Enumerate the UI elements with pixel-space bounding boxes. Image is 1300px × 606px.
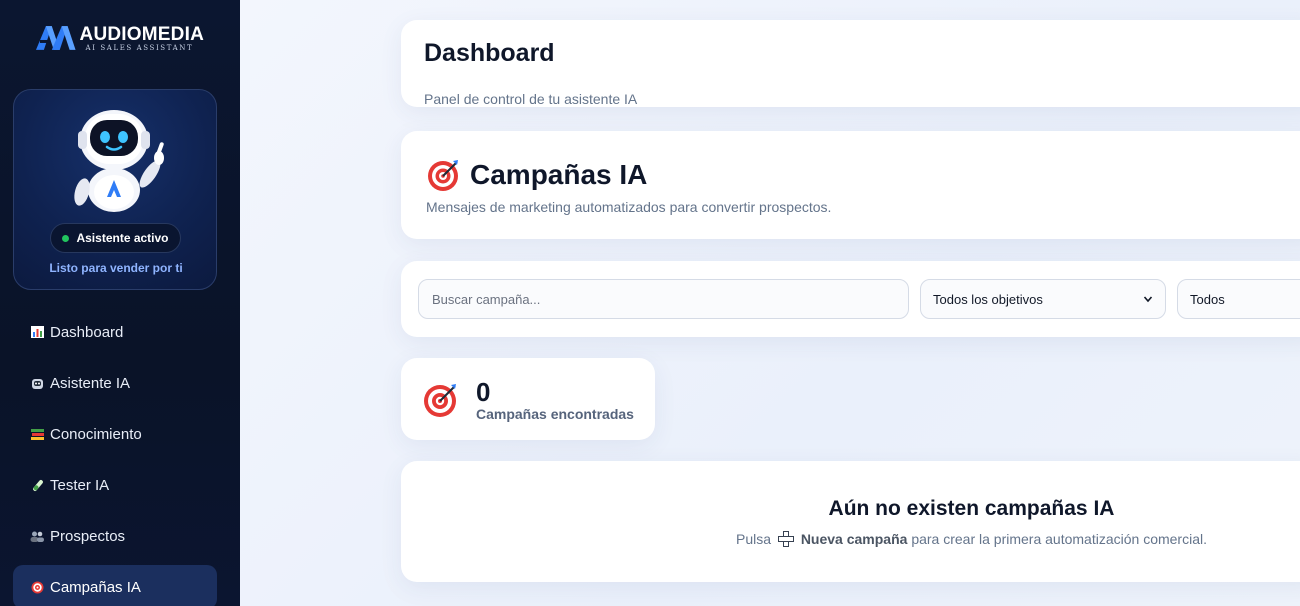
page-subtitle: Panel de control de tu asistente IA	[424, 91, 638, 107]
sidebar: AUDIOMEDIA AI SALES ASSISTANT Asistente …	[0, 0, 240, 606]
plus-icon	[777, 531, 794, 547]
sidebar-nav: Dashboard Asistente IA Conocimiento Test…	[13, 310, 217, 606]
sidebar-item-label: Prospectos	[50, 527, 126, 545]
sidebar-item-label: Dashboard	[50, 323, 124, 341]
assistant-status-badge: Asistente activo	[50, 223, 181, 253]
brand-name: AUDIOMEDIA	[79, 23, 204, 45]
chevron-down-icon	[1143, 296, 1153, 303]
objective-select-value: Todos los objetivos	[933, 291, 1043, 307]
new-campaign-reference: Nueva campaña	[800, 531, 908, 547]
empty-state-title: Aún no existen campañas IA	[828, 497, 1115, 520]
books-icon	[30, 427, 44, 441]
assistant-status-card: Asistente activo Listo para vender por t…	[13, 89, 217, 290]
campaign-count-value: 0	[476, 377, 491, 407]
empty-state: Aún no existen campañas IA Pulsa Nueva c…	[401, 461, 1300, 582]
page-title: Dashboard	[424, 39, 555, 67]
sidebar-item-campanas-ia[interactable]: Campañas IA	[13, 565, 217, 606]
robot-face-icon	[30, 376, 44, 390]
filters-bar: Todos los objetivos Todos	[401, 261, 1300, 337]
sidebar-item-asistente-ia[interactable]: Asistente IA	[13, 361, 217, 405]
assistant-card-subtitle: Listo para vender por ti	[49, 261, 183, 275]
sidebar-item-dashboard[interactable]: Dashboard	[13, 310, 217, 354]
status-dot-icon	[62, 234, 70, 242]
campaigns-section-header: Campañas IA Mensajes de marketing automa…	[401, 131, 1300, 239]
campaign-count-label: Campañas encontradas	[476, 406, 634, 422]
robot-mascot-icon	[74, 110, 164, 212]
section-title: Campañas IA	[470, 159, 648, 190]
status-select-value: Todos	[1190, 291, 1225, 307]
sidebar-item-label: Conocimiento	[50, 425, 142, 443]
assistant-status-text: Asistente activo	[76, 231, 169, 245]
bar-chart-icon	[30, 325, 44, 339]
sidebar-item-conocimiento[interactable]: Conocimiento	[13, 412, 217, 456]
main-content: Dashboard Panel de control de tu asisten…	[240, 0, 1300, 606]
search-input[interactable]	[418, 279, 909, 319]
sidebar-item-label: Asistente IA	[50, 374, 131, 392]
people-icon	[30, 529, 44, 543]
sidebar-item-label: Tester IA	[50, 476, 110, 494]
page-header: Dashboard Panel de control de tu asisten…	[401, 20, 1300, 107]
brand-logo[interactable]: AUDIOMEDIA AI SALES ASSISTANT	[34, 22, 204, 54]
audiomedia-logo-icon	[35, 26, 76, 50]
brand-tagline: AI SALES ASSISTANT	[85, 43, 194, 52]
sidebar-item-tester-ia[interactable]: Tester IA	[13, 463, 217, 507]
target-icon	[30, 580, 44, 594]
sidebar-item-label: Campañas IA	[50, 578, 141, 596]
empty-state-text: Pulsa Nueva campaña para crear la primer…	[736, 531, 1207, 547]
test-tube-icon	[30, 478, 44, 492]
sidebar-item-prospectos[interactable]: Prospectos	[13, 514, 217, 558]
target-icon	[424, 384, 456, 417]
section-subtitle: Mensajes de marketing automatizados para…	[426, 199, 832, 215]
target-icon	[428, 160, 458, 191]
campaign-count-card: 0 Campañas encontradas	[401, 358, 655, 440]
status-select[interactable]: Todos	[1177, 279, 1300, 319]
objective-select[interactable]: Todos los objetivos	[920, 279, 1166, 319]
